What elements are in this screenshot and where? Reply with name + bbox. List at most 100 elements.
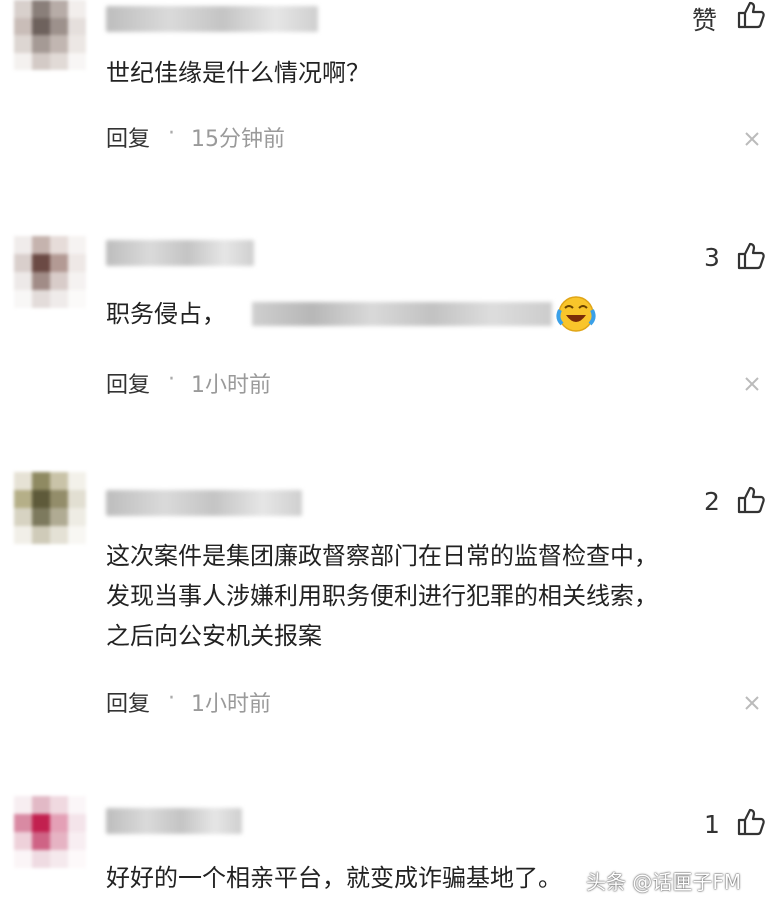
thumbs-up-icon[interactable] bbox=[736, 807, 766, 837]
thumbs-up-icon[interactable] bbox=[736, 241, 766, 271]
redacted-text bbox=[252, 302, 552, 326]
avatar-pixel bbox=[14, 35, 32, 53]
avatar-pixel bbox=[68, 254, 86, 272]
avatar-pixel bbox=[50, 254, 68, 272]
avatar-pixel bbox=[50, 814, 68, 832]
avatar-pixel bbox=[50, 0, 68, 18]
avatar-pixel bbox=[32, 254, 50, 272]
reply-button[interactable]: 回复 bbox=[106, 121, 150, 153]
avatar-pixel bbox=[14, 272, 32, 290]
username[interactable] bbox=[106, 6, 318, 32]
like-count: 2 bbox=[704, 487, 720, 516]
comment-line: 之后向公安机关报案 bbox=[106, 622, 322, 650]
avatar-pixel bbox=[14, 0, 32, 18]
avatar-pixel bbox=[68, 52, 86, 70]
avatar-pixel bbox=[50, 526, 68, 544]
avatar-pixel bbox=[14, 796, 32, 814]
comment-line: 这次案件是集团廉政督察部门在日常的监督检查中， bbox=[106, 542, 658, 570]
comment-line: 发现当事人涉嫌利用职务便利进行犯罪的相关线索， bbox=[106, 582, 658, 610]
avatar-pixel bbox=[68, 35, 86, 53]
comment-text: 世纪佳缘是什么情况啊？ bbox=[106, 53, 370, 93]
avatar-pixel bbox=[14, 472, 32, 490]
avatar-pixel bbox=[32, 508, 50, 526]
avatar-pixel bbox=[50, 17, 68, 35]
avatar-pixel bbox=[50, 508, 68, 526]
avatar-pixel bbox=[68, 272, 86, 290]
timestamp: 15分钟前 bbox=[191, 127, 285, 152]
comment-line: 好好的一个相亲平台，就变成诈骗基地了。 bbox=[106, 864, 562, 892]
avatar-pixel bbox=[14, 832, 32, 850]
avatar-pixel bbox=[68, 850, 86, 868]
watermark: 头条 @话匣子FM bbox=[586, 870, 742, 894]
avatar-pixel bbox=[14, 52, 32, 70]
avatar-pixel bbox=[32, 290, 50, 308]
avatar-pixel bbox=[50, 850, 68, 868]
avatar-pixel bbox=[68, 526, 86, 544]
avatar-pixel bbox=[68, 508, 86, 526]
avatar-pixel bbox=[50, 290, 68, 308]
avatar-pixel bbox=[50, 832, 68, 850]
avatar-pixel bbox=[68, 832, 86, 850]
avatar[interactable] bbox=[14, 0, 86, 70]
separator-dot: · bbox=[168, 367, 175, 392]
avatar-pixel bbox=[32, 272, 50, 290]
avatar-pixel bbox=[14, 17, 32, 35]
avatar-pixel bbox=[68, 472, 86, 490]
avatar-pixel bbox=[32, 17, 50, 35]
timestamp: 1小时前 bbox=[191, 692, 271, 717]
avatar-pixel bbox=[32, 796, 50, 814]
separator-dot: · bbox=[168, 121, 175, 146]
avatar-pixel bbox=[50, 272, 68, 290]
comment-line: 职务侵占， bbox=[106, 300, 226, 328]
like-count: 1 bbox=[704, 810, 720, 839]
avatar-pixel bbox=[32, 526, 50, 544]
username[interactable] bbox=[106, 808, 242, 834]
avatar[interactable] bbox=[14, 796, 86, 868]
avatar[interactable] bbox=[14, 472, 86, 544]
avatar-pixel bbox=[68, 0, 86, 18]
close-icon[interactable] bbox=[743, 694, 761, 712]
crying-laughing-emoji-icon bbox=[556, 296, 596, 332]
thumbs-up-icon[interactable] bbox=[736, 0, 766, 30]
avatar-pixel bbox=[14, 850, 32, 868]
avatar-pixel bbox=[68, 290, 86, 308]
avatar-pixel bbox=[32, 832, 50, 850]
avatar-pixel bbox=[50, 472, 68, 490]
avatar-pixel bbox=[32, 52, 50, 70]
avatar-pixel bbox=[68, 17, 86, 35]
avatar-pixel bbox=[68, 814, 86, 832]
separator-dot: · bbox=[168, 686, 175, 711]
avatar-pixel bbox=[32, 850, 50, 868]
avatar-pixel bbox=[68, 490, 86, 508]
thumbs-up-icon[interactable] bbox=[736, 485, 766, 515]
avatar-pixel bbox=[32, 472, 50, 490]
avatar-pixel bbox=[14, 814, 32, 832]
avatar-pixel bbox=[14, 490, 32, 508]
timestamp: 1小时前 bbox=[191, 373, 271, 398]
like-count: 3 bbox=[704, 243, 720, 272]
avatar-pixel bbox=[32, 0, 50, 18]
reply-button[interactable]: 回复 bbox=[106, 367, 150, 399]
comment-line: 世纪佳缘是什么情况啊？ bbox=[106, 59, 370, 87]
avatar-pixel bbox=[32, 814, 50, 832]
like-label[interactable]: 赞 bbox=[692, 1, 717, 37]
avatar[interactable] bbox=[14, 236, 86, 308]
avatar-pixel bbox=[68, 796, 86, 814]
close-icon[interactable] bbox=[743, 130, 761, 148]
avatar-pixel bbox=[14, 236, 32, 254]
username[interactable] bbox=[106, 490, 302, 516]
avatar-pixel bbox=[50, 236, 68, 254]
avatar-pixel bbox=[50, 796, 68, 814]
username[interactable] bbox=[106, 240, 254, 266]
avatar-pixel bbox=[32, 35, 50, 53]
avatar-pixel bbox=[50, 52, 68, 70]
comment-text: 职务侵占， bbox=[106, 294, 226, 334]
avatar-pixel bbox=[14, 290, 32, 308]
avatar-pixel bbox=[14, 254, 32, 272]
reply-button[interactable]: 回复 bbox=[106, 686, 150, 718]
avatar-pixel bbox=[68, 236, 86, 254]
close-icon[interactable] bbox=[743, 375, 761, 393]
comment-text: 这次案件是集团廉政督察部门在日常的监督检查中， 发现当事人涉嫌利用职务便利进行犯… bbox=[106, 536, 658, 656]
avatar-pixel bbox=[14, 526, 32, 544]
avatar-pixel bbox=[50, 490, 68, 508]
